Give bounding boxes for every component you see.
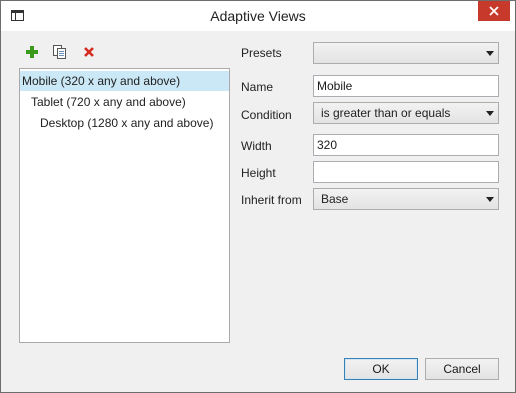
chevron-down-icon — [486, 197, 494, 202]
delete-x-icon — [84, 47, 94, 57]
adaptive-views-dialog: Adaptive Views Mobile (320 x any and abo… — [0, 0, 516, 393]
window-title: Adaptive Views — [210, 8, 306, 24]
chevron-down-icon — [486, 51, 494, 56]
condition-select[interactable]: is greater than or equals — [313, 102, 499, 124]
inherit-from-value: Base — [321, 192, 349, 206]
views-list[interactable]: Mobile (320 x any and above) Tablet (720… — [19, 68, 230, 343]
height-field[interactable] — [313, 161, 499, 183]
name-field[interactable]: Mobile — [313, 75, 499, 97]
presets-select[interactable] — [313, 42, 499, 64]
list-item-label: Mobile (320 x any and above) — [22, 74, 181, 88]
inherit-from-select[interactable]: Base — [313, 188, 499, 210]
inherit-from-label: Inherit from — [241, 193, 302, 207]
list-item-tablet[interactable]: Tablet (720 x any and above) — [31, 92, 186, 112]
list-item-label: Desktop (1280 x any and above) — [40, 116, 214, 130]
list-item-mobile[interactable]: Mobile (320 x any and above) — [20, 71, 229, 91]
name-label: Name — [241, 80, 274, 94]
condition-label: Condition — [241, 108, 292, 122]
width-field[interactable]: 320 — [313, 134, 499, 156]
list-item-desktop[interactable]: Desktop (1280 x any and above) — [40, 113, 213, 133]
add-view-button[interactable] — [24, 44, 40, 60]
ok-button[interactable]: OK — [344, 358, 418, 380]
close-button[interactable] — [478, 1, 510, 21]
close-icon — [489, 6, 499, 16]
chevron-down-icon — [486, 111, 494, 116]
list-item-label: Tablet (720 x any and above) — [31, 95, 186, 109]
width-label: Width — [241, 139, 272, 153]
name-value: Mobile — [317, 79, 353, 93]
condition-value: is greater than or equals — [321, 106, 451, 120]
presets-label: Presets — [241, 46, 282, 60]
width-value: 320 — [317, 138, 338, 152]
cancel-button[interactable]: Cancel — [425, 358, 499, 380]
delete-view-button[interactable] — [81, 44, 97, 60]
plus-icon — [26, 46, 38, 58]
duplicate-view-button[interactable] — [52, 44, 68, 60]
copy-icon — [53, 45, 66, 59]
height-label: Height — [241, 166, 276, 180]
title-bar: Adaptive Views — [1, 1, 515, 31]
